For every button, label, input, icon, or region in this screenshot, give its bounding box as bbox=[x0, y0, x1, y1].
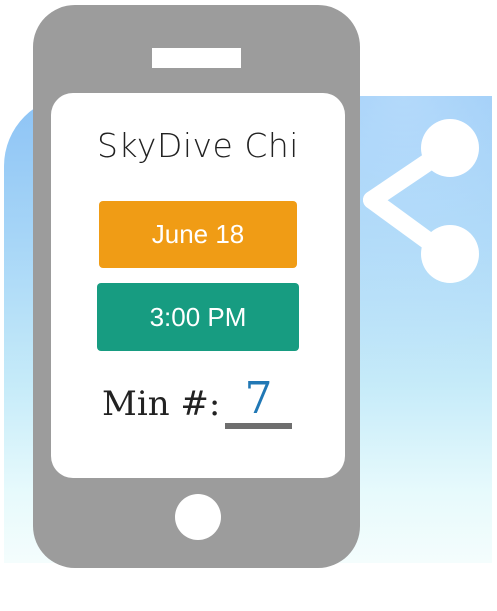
min-count-label: Min #: bbox=[102, 384, 221, 424]
app-title: SkyDive Chi bbox=[97, 126, 299, 165]
home-button[interactable] bbox=[175, 494, 221, 540]
date-button[interactable]: June 18 bbox=[99, 201, 297, 268]
phone-speaker bbox=[152, 48, 241, 68]
min-count-underline bbox=[225, 423, 292, 429]
min-count-value[interactable]: 7 bbox=[225, 373, 292, 424]
time-button[interactable]: 3:00 PM bbox=[97, 283, 299, 351]
